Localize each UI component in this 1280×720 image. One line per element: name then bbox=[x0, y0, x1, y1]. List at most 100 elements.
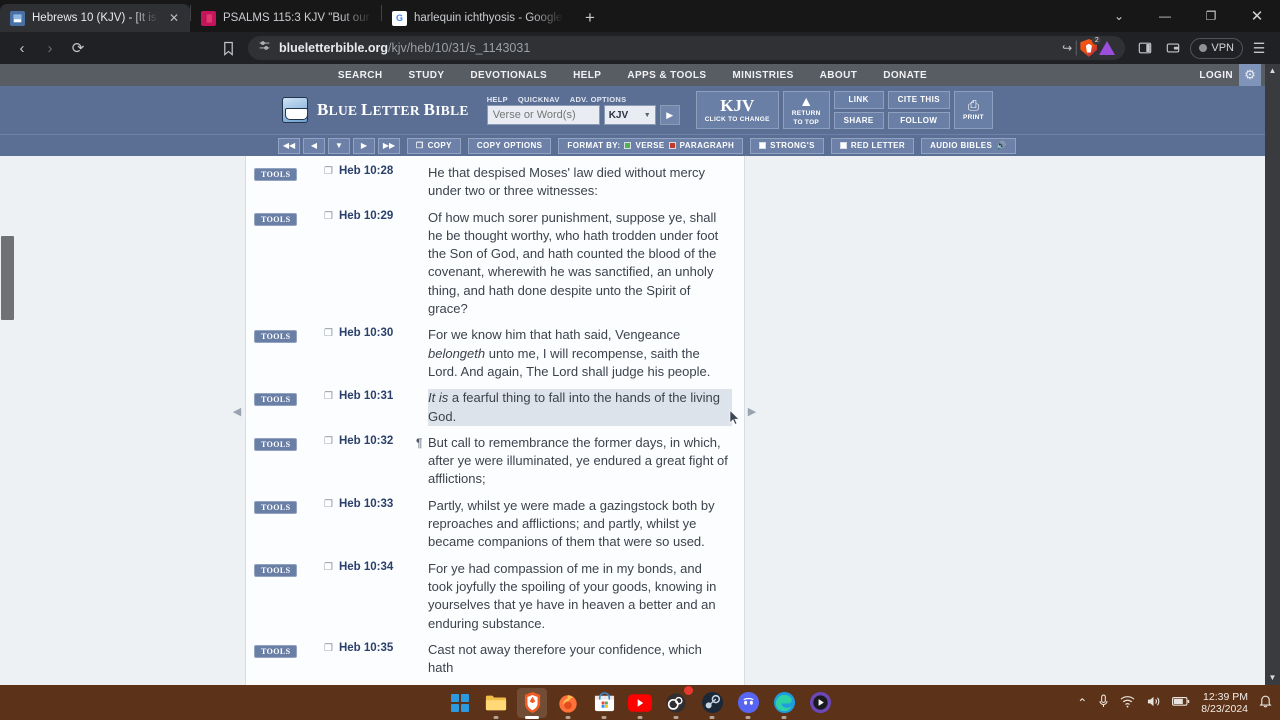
address-bar[interactable]: blueletterbible.org/kjv/heb/10/31/s_1143… bbox=[248, 36, 1126, 60]
verse-reference[interactable]: Heb 10:35 bbox=[339, 642, 393, 655]
bookmark-icon[interactable] bbox=[214, 34, 242, 62]
audio-bibles-button[interactable]: AUDIO BIBLES 🔊 bbox=[921, 137, 1016, 154]
start-button[interactable] bbox=[445, 688, 475, 718]
gear-icon[interactable]: ⚙ bbox=[1239, 64, 1261, 86]
copy-verse-icon[interactable]: ❐ bbox=[324, 390, 333, 403]
prev-chapter-side-arrow[interactable]: ◀ bbox=[230, 403, 244, 419]
nav-donate[interactable]: DONATE bbox=[870, 70, 940, 81]
cite-this-button[interactable]: CITE THIS bbox=[887, 91, 950, 109]
page-scrollbar[interactable]: ▲ ▼ bbox=[1265, 64, 1280, 685]
verse-text[interactable]: For we know him that hath said, Vengeanc… bbox=[428, 326, 744, 381]
copy-verse-icon[interactable]: ❐ bbox=[324, 327, 333, 340]
share-icon[interactable]: ↪ bbox=[1062, 41, 1072, 55]
copy-verse-icon[interactable]: ❐ bbox=[324, 561, 333, 574]
reload-icon[interactable]: ⟳ bbox=[64, 34, 92, 62]
jump-down-icon[interactable]: ▼ bbox=[328, 137, 350, 154]
scroll-up-icon[interactable]: ▲ bbox=[1269, 64, 1277, 78]
nav-about[interactable]: ABOUT bbox=[807, 70, 871, 81]
tools-button[interactable]: TOOLS bbox=[254, 500, 298, 514]
file-explorer-button[interactable] bbox=[481, 688, 511, 719]
discord-button[interactable] bbox=[733, 688, 763, 719]
nav-ministries[interactable]: MINISTRIES bbox=[719, 70, 806, 81]
microsoft-edge-button[interactable] bbox=[769, 688, 799, 719]
format-by-group[interactable]: FORMAT BY: VERSE PARAGRAPH bbox=[558, 137, 744, 154]
strongs-toggle[interactable]: STRONG'S bbox=[750, 137, 824, 154]
steam-button[interactable] bbox=[697, 688, 727, 719]
copy-verse-icon[interactable]: ❐ bbox=[324, 498, 333, 511]
media-player-button[interactable] bbox=[805, 688, 835, 718]
quicklink-help[interactable]: HELP bbox=[487, 95, 508, 104]
verse-text[interactable]: Cast not away therefore your confidence,… bbox=[428, 641, 744, 678]
strongs-checkbox[interactable] bbox=[759, 142, 767, 149]
verse-reference[interactable]: Heb 10:28 bbox=[339, 165, 393, 178]
verse-reference[interactable]: Heb 10:32 bbox=[339, 435, 393, 448]
verse-text-highlighted[interactable]: It is a fearful thing to fall into the h… bbox=[428, 389, 732, 426]
site-settings-icon[interactable] bbox=[258, 39, 271, 57]
site-logo-text[interactable]: BLUE LETTER BIBLE bbox=[317, 100, 469, 120]
verse-text[interactable]: He that despised Moses' law died without… bbox=[428, 164, 744, 201]
tools-button[interactable]: TOOLS bbox=[254, 168, 298, 181]
verse-text[interactable]: For ye had compassion of me in my bonds,… bbox=[428, 560, 744, 633]
copy-verse-icon[interactable]: ❐ bbox=[324, 165, 333, 178]
prev-chapter-icon[interactable]: ◀ bbox=[303, 137, 325, 154]
copy-options-button[interactable]: COPY OPTIONS bbox=[467, 137, 552, 154]
quicklink-adv-options[interactable]: ADV. OPTIONS bbox=[570, 95, 627, 104]
new-tab-button[interactable]: + bbox=[576, 4, 604, 32]
verse-text[interactable]: Partly, whilst ye were made a gazingstoc… bbox=[428, 497, 744, 552]
wifi-icon[interactable] bbox=[1120, 695, 1135, 711]
close-window-button[interactable]: ✕ bbox=[1234, 0, 1280, 32]
tools-button[interactable]: TOOLS bbox=[254, 330, 298, 344]
microsoft-store-button[interactable] bbox=[589, 688, 619, 719]
volume-icon[interactable] bbox=[1146, 695, 1161, 711]
minimize-button[interactable]: — bbox=[1142, 0, 1188, 32]
youtube-button[interactable] bbox=[625, 688, 655, 719]
verse-reference[interactable]: Heb 10:29 bbox=[339, 210, 393, 223]
quicklink-quicknav[interactable]: QUICKNAV bbox=[518, 95, 560, 104]
next-chapter-icon[interactable]: ▶ bbox=[353, 137, 375, 154]
search-input[interactable] bbox=[486, 105, 600, 125]
close-tab-icon[interactable]: ✕ bbox=[166, 10, 182, 26]
tools-button[interactable]: TOOLS bbox=[254, 393, 298, 407]
copy-verse-icon[interactable]: ❐ bbox=[324, 435, 333, 448]
share-button[interactable]: SHARE bbox=[833, 111, 884, 129]
verse-text[interactable]: Of how much sorer punishment, suppose ye… bbox=[428, 209, 744, 319]
nav-search[interactable]: SEARCH bbox=[325, 70, 396, 81]
wallet-icon[interactable] bbox=[1159, 34, 1187, 62]
first-chapter-icon[interactable]: ◀◀ bbox=[278, 137, 300, 154]
back-icon[interactable]: ‹ bbox=[8, 34, 36, 62]
scroll-down-icon[interactable]: ▼ bbox=[1269, 671, 1277, 685]
last-chapter-icon[interactable]: ▶▶ bbox=[378, 137, 400, 154]
paragraph-checkbox[interactable] bbox=[668, 142, 676, 149]
maximize-button[interactable]: ❐ bbox=[1188, 0, 1234, 32]
forward-icon[interactable]: › bbox=[36, 34, 64, 62]
nav-study[interactable]: STUDY bbox=[396, 70, 458, 81]
tools-button[interactable]: TOOLS bbox=[254, 437, 298, 451]
notifications-icon[interactable] bbox=[1259, 694, 1272, 711]
copy-verse-icon[interactable]: ❐ bbox=[324, 210, 333, 223]
tools-button[interactable]: TOOLS bbox=[254, 563, 298, 577]
print-button[interactable]: ⎙ PRINT bbox=[953, 91, 993, 129]
vpn-button[interactable]: VPN bbox=[1190, 37, 1243, 59]
return-to-top-button[interactable]: ▲ RETURN TO TOP bbox=[782, 91, 830, 129]
link-button[interactable]: LINK bbox=[833, 91, 884, 109]
verse-checkbox[interactable] bbox=[624, 142, 632, 149]
copy-button[interactable]: ❐ COPY bbox=[407, 137, 461, 154]
follow-button[interactable]: FOLLOW bbox=[887, 111, 950, 129]
copy-verse-icon[interactable]: ❐ bbox=[324, 642, 333, 655]
browser-tab-0[interactable]: Hebrews 10 (KJV) - [It is] a fear ✕ bbox=[0, 4, 190, 32]
kjv-version-button[interactable]: KJV CLICK TO CHANGE bbox=[695, 91, 779, 129]
hamburger-icon[interactable]: ☰ bbox=[1246, 40, 1272, 57]
search-go-button[interactable]: ▶ bbox=[659, 105, 680, 125]
browser-tab-2[interactable]: G harlequin ichthyosis - Google Searc bbox=[382, 4, 572, 32]
next-chapter-side-arrow[interactable]: ▶ bbox=[745, 403, 759, 419]
tools-button[interactable]: TOOLS bbox=[254, 644, 298, 658]
nav-apps-tools[interactable]: APPS & TOOLS bbox=[614, 70, 719, 81]
verse-text[interactable]: But call to remembrance the former days,… bbox=[428, 434, 744, 489]
tab-search-chevron-icon[interactable]: ⌄ bbox=[1096, 0, 1142, 32]
firefox-button[interactable] bbox=[553, 688, 583, 719]
sidebar-icon[interactable] bbox=[1131, 34, 1159, 62]
red-letter-checkbox[interactable] bbox=[839, 142, 847, 149]
version-select[interactable]: KJV ▼ bbox=[603, 105, 656, 125]
login-button[interactable]: LOGIN bbox=[1199, 70, 1233, 81]
brave-leo-icon[interactable] bbox=[1099, 41, 1116, 55]
